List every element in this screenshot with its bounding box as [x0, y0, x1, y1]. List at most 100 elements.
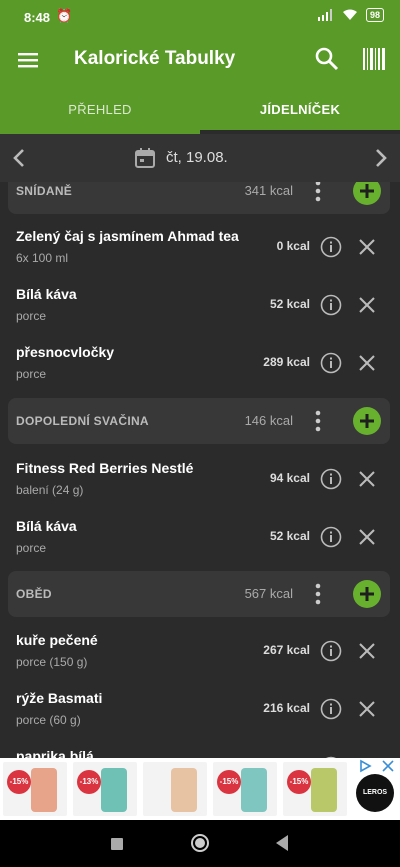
back-icon[interactable] [276, 835, 288, 851]
close-ad-icon[interactable] [382, 760, 394, 772]
food-portion: porce [16, 367, 47, 381]
home-icon-inner [195, 838, 205, 848]
recents-icon[interactable] [111, 838, 123, 850]
status-bar: 8:48 ⏰ 98 [0, 0, 400, 34]
ad-product-image [31, 768, 57, 812]
meal-header-snack: DOPOLEDNÍ SVAČINA 146 kcal [8, 398, 390, 444]
tab-diet[interactable]: JÍDELNÍČEK [200, 86, 400, 134]
close-icon[interactable] [358, 700, 376, 718]
food-item[interactable]: Bílá káva porce 52 kcal [0, 276, 400, 334]
plus-icon [360, 414, 374, 428]
add-food-button[interactable] [353, 407, 381, 435]
food-name: přesnocvločky [16, 344, 115, 360]
ad-product-tile[interactable] [143, 762, 207, 816]
ad-product-tile[interactable]: -15% [3, 762, 67, 816]
battery-icon: 98 [365, 8, 384, 22]
food-name: paprika bílá [16, 748, 94, 758]
food-item[interactable]: přesnocvločky porce 289 kcal [0, 334, 400, 392]
info-icon[interactable] [320, 468, 342, 490]
close-icon[interactable] [358, 642, 376, 660]
meal-name: SNÍDANĚ [16, 184, 73, 198]
date-bar: čt, 19.08. [0, 134, 400, 182]
food-kcal: 0 kcal [276, 239, 310, 253]
calendar-icon[interactable] [134, 147, 156, 169]
discount-badge: -15% [287, 770, 311, 794]
brand-logo[interactable]: LEROS [356, 774, 394, 812]
info-icon[interactable] [320, 236, 342, 258]
discount-badge: -15% [217, 770, 241, 794]
food-name: Bílá káva [16, 518, 77, 534]
ad-banner[interactable]: -15% -13% -15% -15% LEROS [0, 758, 400, 820]
close-icon[interactable] [358, 238, 376, 256]
meal-kcal: 146 kcal [244, 413, 293, 428]
food-portion: porce [16, 309, 47, 323]
add-food-button[interactable] [353, 580, 381, 608]
more-vert-icon[interactable] [312, 582, 324, 606]
food-portion: porce (150 g) [16, 655, 88, 669]
food-item[interactable]: Zelený čaj s jasmínem Ahmad tea 6x 100 m… [0, 218, 400, 276]
system-nav-bar [0, 820, 400, 867]
signal-icon [317, 9, 332, 21]
meal-name: OBĚD [16, 587, 52, 601]
discount-badge: -13% [77, 770, 101, 794]
chevron-left-icon[interactable] [8, 146, 32, 170]
ad-choices-icon[interactable] [358, 759, 372, 773]
food-item[interactable]: Bílá káva porce 52 kcal [0, 508, 400, 566]
food-kcal: 267 kcal [263, 643, 310, 657]
info-icon[interactable] [320, 698, 342, 720]
food-name: Fitness Red Berries Nestlé [16, 460, 194, 476]
more-vert-icon[interactable] [312, 409, 324, 433]
status-icons: 98 [317, 8, 384, 22]
food-kcal: 94 kcal [269, 471, 310, 485]
ad-product-image [241, 768, 267, 812]
ad-product-image [101, 768, 127, 812]
app-title: Kalorické Tabulky [74, 48, 236, 69]
ad-product-image [311, 768, 337, 812]
search-icon[interactable] [314, 46, 340, 72]
barcode-icon[interactable] [362, 46, 386, 72]
food-name: rýže Basmati [16, 690, 103, 706]
add-food-button[interactable] [353, 182, 381, 205]
alarm-icon: ⏰ [56, 8, 73, 23]
ad-product-tile[interactable]: -13% [73, 762, 137, 816]
info-icon[interactable] [320, 352, 342, 374]
food-name: Bílá káva [16, 286, 77, 302]
food-kcal: 289 kcal [263, 355, 310, 369]
discount-badge: -15% [7, 770, 31, 794]
meal-kcal: 341 kcal [244, 183, 293, 198]
food-kcal: 52 kcal [269, 297, 310, 311]
plus-icon [360, 587, 374, 601]
food-item[interactable]: kuře pečené porce (150 g) 267 kcal [0, 622, 400, 680]
meal-header-breakfast: SNÍDANĚ 341 kcal [8, 182, 390, 214]
food-item[interactable]: rýže Basmati porce (60 g) 216 kcal [0, 680, 400, 738]
more-vert-icon[interactable] [312, 182, 324, 203]
menu-icon[interactable] [16, 48, 40, 72]
date-label[interactable]: čt, 19.08. [166, 149, 228, 166]
close-icon[interactable] [358, 470, 376, 488]
ad-product-image [171, 768, 197, 812]
info-icon[interactable] [320, 294, 342, 316]
info-icon[interactable] [320, 640, 342, 662]
tab-overview[interactable]: PŘEHLED [0, 86, 200, 134]
ad-product-tile[interactable]: -15% [283, 762, 347, 816]
food-item[interactable]: Fitness Red Berries Nestlé balení (24 g)… [0, 450, 400, 508]
food-portion: porce [16, 541, 47, 555]
chevron-right-icon[interactable] [368, 146, 392, 170]
meal-kcal: 567 kcal [244, 586, 293, 601]
wifi-icon [342, 9, 357, 20]
food-name: Zelený čaj s jasmínem Ahmad tea [16, 228, 239, 244]
meal-name: DOPOLEDNÍ SVAČINA [16, 414, 149, 428]
tab-bar: PŘEHLED JÍDELNÍČEK [0, 86, 400, 134]
close-icon[interactable] [358, 528, 376, 546]
food-item[interactable]: paprika bílá [0, 738, 400, 758]
diary-list[interactable]: SNÍDANĚ 341 kcal Zelený čaj s jasmínem A… [0, 182, 400, 758]
close-icon[interactable] [358, 354, 376, 372]
ad-product-tile[interactable]: -15% [213, 762, 277, 816]
close-icon[interactable] [358, 296, 376, 314]
meal-header-lunch: OBĚD 567 kcal [8, 571, 390, 617]
food-kcal: 216 kcal [263, 701, 310, 715]
plus-icon [360, 184, 374, 198]
app-bar: Kalorické Tabulky [0, 34, 400, 86]
info-icon[interactable] [320, 526, 342, 548]
status-time: 8:48 [24, 10, 51, 25]
